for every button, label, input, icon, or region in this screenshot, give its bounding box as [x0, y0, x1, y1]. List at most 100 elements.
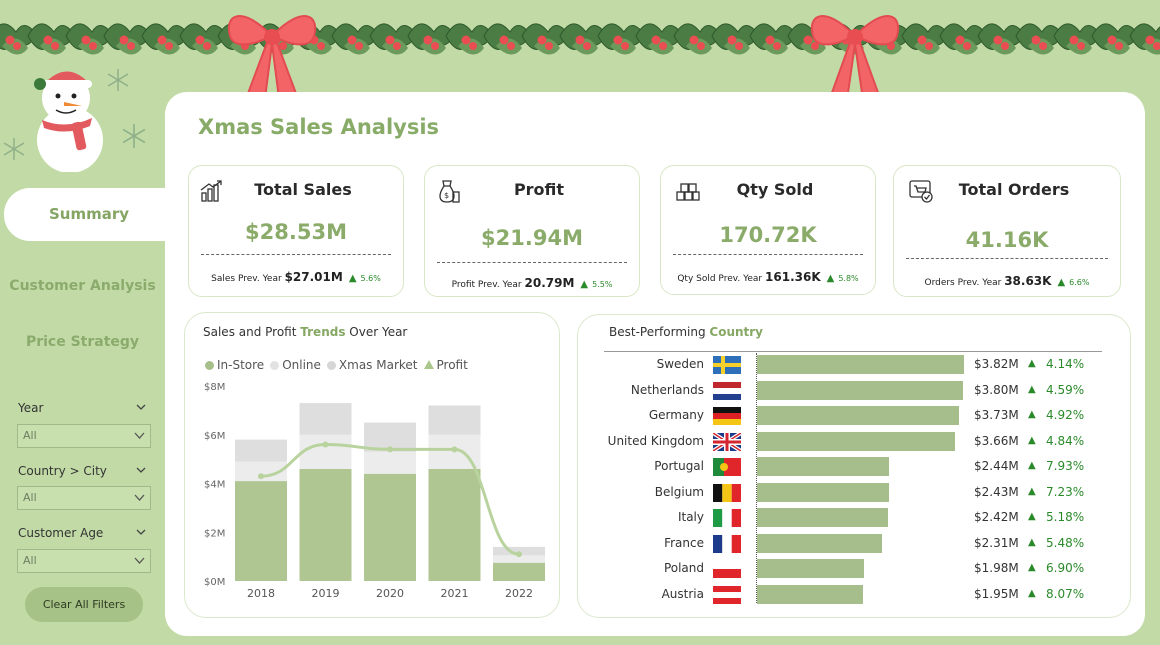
up-arrow-icon: ▲ — [580, 279, 589, 290]
kpi-value: $28.53M — [245, 220, 347, 244]
bar-online[interactable] — [299, 434, 352, 469]
bar-in-store[interactable] — [428, 468, 481, 581]
bar-in-store[interactable] — [493, 562, 545, 581]
up-arrow-icon: ▲ — [1028, 434, 1036, 446]
kpi-title: Qty Sold — [736, 180, 814, 199]
country-name: Poland — [663, 561, 704, 575]
flag-icon — [713, 509, 741, 527]
profit-point[interactable] — [322, 441, 329, 448]
country-name: Sweden — [656, 357, 704, 371]
country-row[interactable]: Poland $1.98M ▲ 6.90% — [578, 557, 1128, 581]
country-row[interactable]: France $2.31M ▲ 5.48% — [578, 532, 1128, 556]
country-change: 5.18% — [1046, 510, 1085, 524]
up-arrow-icon: ▲ — [1028, 562, 1036, 573]
country-bar[interactable] — [757, 406, 960, 425]
country-value: $2.31M — [974, 535, 1019, 550]
bar-xmas-market[interactable] — [428, 405, 481, 435]
panel-title: Best-Performing Country — [609, 325, 764, 339]
bar-xmas-market[interactable] — [235, 439, 287, 462]
country-bar[interactable] — [757, 380, 963, 400]
kpi-footer: Sales Prev. Year $27.01M ▲ 5.6% — [211, 270, 381, 284]
country-value: $3.80M — [974, 382, 1019, 397]
nav-summary[interactable]: Summary — [4, 188, 174, 241]
kpi-footer: Qty Sold Prev. Year 161.36K ▲ 5.8% — [677, 270, 859, 284]
country-change: 4.92% — [1046, 408, 1085, 422]
kpi-profit: $ Profit $21.94M Profit Prev. Year 20.79… — [424, 165, 640, 297]
country-bar[interactable] — [757, 508, 889, 527]
up-arrow-icon: ▲ — [1028, 536, 1036, 548]
bar-in-store[interactable] — [299, 468, 352, 581]
country-bar[interactable] — [757, 355, 964, 374]
chevron-down-icon[interactable] — [136, 465, 146, 475]
country-name: Germany — [648, 408, 704, 422]
bar-online[interactable] — [364, 451, 416, 474]
country-bar[interactable] — [757, 482, 889, 502]
trend-chart: $0M $2M $4M $6M $8M 2018 2019 2020 2021 2022 — [204, 382, 545, 600]
nav-price-strategy[interactable]: Price Strategy — [0, 334, 165, 350]
chevron-down-icon — [134, 432, 145, 439]
filter-country-value: All — [23, 491, 37, 504]
country-row[interactable]: Germany $3.73M ▲ 4.92% — [578, 404, 1128, 428]
flag-icon — [713, 381, 741, 400]
filter-age-value: All — [23, 554, 37, 567]
flag-icon — [713, 534, 741, 553]
country-change: 7.23% — [1046, 484, 1085, 499]
profit-point[interactable] — [387, 446, 393, 453]
filter-year-select[interactable]: All — [17, 424, 151, 448]
country-name: Austria — [661, 586, 704, 601]
kpi-value: 41.16K — [965, 228, 1049, 252]
bar-in-store[interactable] — [364, 473, 416, 581]
kpi-footer: Orders Prev. Year 38.63K ▲ 6.6% — [924, 274, 1090, 288]
chevron-down-icon — [134, 557, 145, 564]
filter-country-label: Country > City — [18, 464, 107, 478]
profit-point[interactable] — [451, 446, 458, 453]
country-change: 5.48% — [1046, 535, 1085, 550]
nav-customer-analysis[interactable]: Customer Analysis — [0, 278, 165, 294]
country-value: $3.73M — [974, 408, 1019, 422]
country-name: Belgium — [654, 484, 704, 499]
main-panel: Xmas Sales Analysis Total Sales $28.53M … — [165, 92, 1145, 636]
kpi-total-sales: Total Sales $28.53M Sales Prev. Year $27… — [188, 165, 404, 297]
kpi-value: $21.94M — [481, 226, 583, 250]
chevron-down-icon[interactable] — [136, 402, 146, 412]
country-change: 6.90% — [1046, 561, 1085, 575]
bar-xmas-market[interactable] — [299, 403, 352, 435]
country-bar[interactable] — [757, 431, 956, 451]
country-change: 7.93% — [1046, 459, 1085, 473]
country-name: France — [664, 535, 704, 550]
country-value: $2.43M — [974, 484, 1019, 499]
flag-icon — [713, 432, 741, 451]
country-row[interactable]: United Kingdom $3.66M ▲ 4.84% — [578, 430, 1128, 454]
country-row[interactable]: Netherlands $3.80M ▲ 4.59% — [578, 379, 1128, 403]
country-row[interactable]: Portugal $2.44M ▲ 7.93% — [578, 455, 1128, 479]
country-name: Italy — [677, 510, 704, 524]
x-tick-label: 2018 — [247, 587, 275, 600]
kpi-title: Total Orders — [958, 180, 1070, 199]
clear-filters-button[interactable]: Clear All Filters — [25, 587, 143, 622]
country-row[interactable]: Sweden $3.82M ▲ 4.14% — [578, 353, 1128, 377]
filter-age-select[interactable]: All — [17, 549, 151, 573]
country-bar[interactable] — [757, 584, 863, 604]
country-value: $2.44M — [974, 459, 1019, 473]
x-tick-label: 2022 — [505, 587, 533, 600]
kpi-footer: Profit Prev. Year 20.79M ▲ 5.5% — [451, 276, 613, 290]
country-row[interactable]: Italy $2.42M ▲ 5.18% — [578, 506, 1128, 530]
page-title: Xmas Sales Analysis — [198, 115, 440, 139]
x-tick-label: 2019 — [312, 587, 340, 600]
y-tick-label: $8M — [204, 382, 225, 393]
country-value: $3.82M — [974, 357, 1019, 371]
filter-country-select[interactable]: All — [17, 486, 151, 510]
y-tick-label: $2M — [204, 528, 225, 539]
country-row[interactable]: Austria $1.95M ▲ 8.07% — [578, 583, 1128, 607]
country-bar[interactable] — [757, 559, 865, 578]
country-bar[interactable] — [757, 533, 883, 553]
profit-point[interactable] — [516, 551, 522, 558]
country-row[interactable]: Belgium $2.43M ▲ 7.23% — [578, 481, 1128, 505]
country-bar[interactable] — [757, 457, 890, 476]
profit-point[interactable] — [258, 473, 264, 480]
y-tick-label: $0M — [204, 577, 225, 588]
chevron-down-icon[interactable] — [136, 527, 146, 537]
up-arrow-icon: ▲ — [1028, 587, 1036, 599]
filter-year-label: Year — [18, 401, 44, 415]
bar-in-store[interactable] — [235, 481, 287, 581]
